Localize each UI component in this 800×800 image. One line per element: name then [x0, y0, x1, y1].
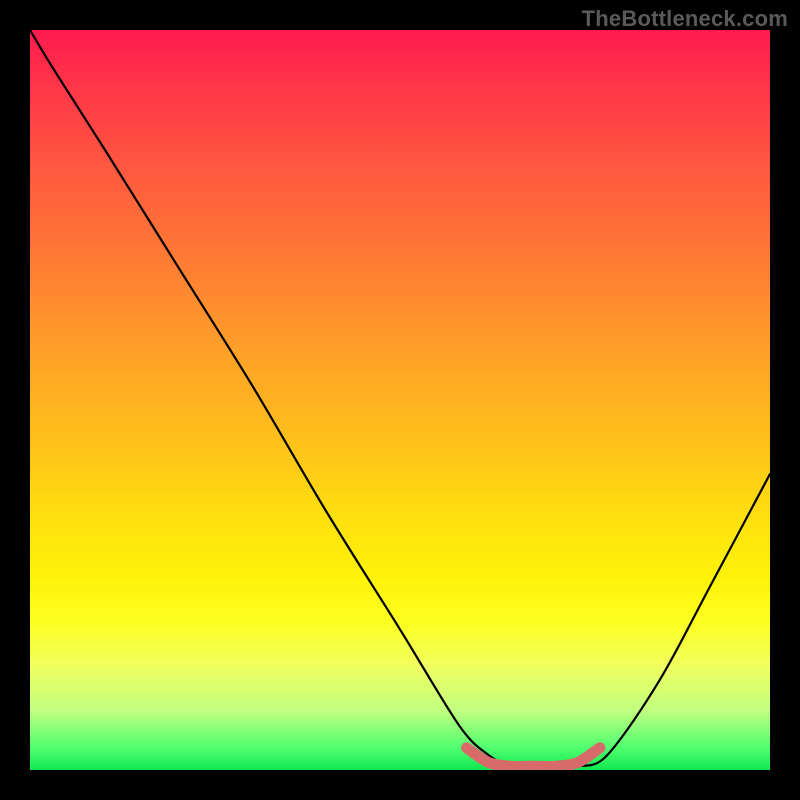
- curve-layer: [30, 30, 770, 770]
- watermark-text: TheBottleneck.com: [582, 6, 788, 32]
- flat-bottom-highlight-path: [467, 748, 600, 767]
- chart-container: TheBottleneck.com: [0, 0, 800, 800]
- plot-area: [30, 30, 770, 770]
- bottleneck-curve-path: [30, 30, 770, 767]
